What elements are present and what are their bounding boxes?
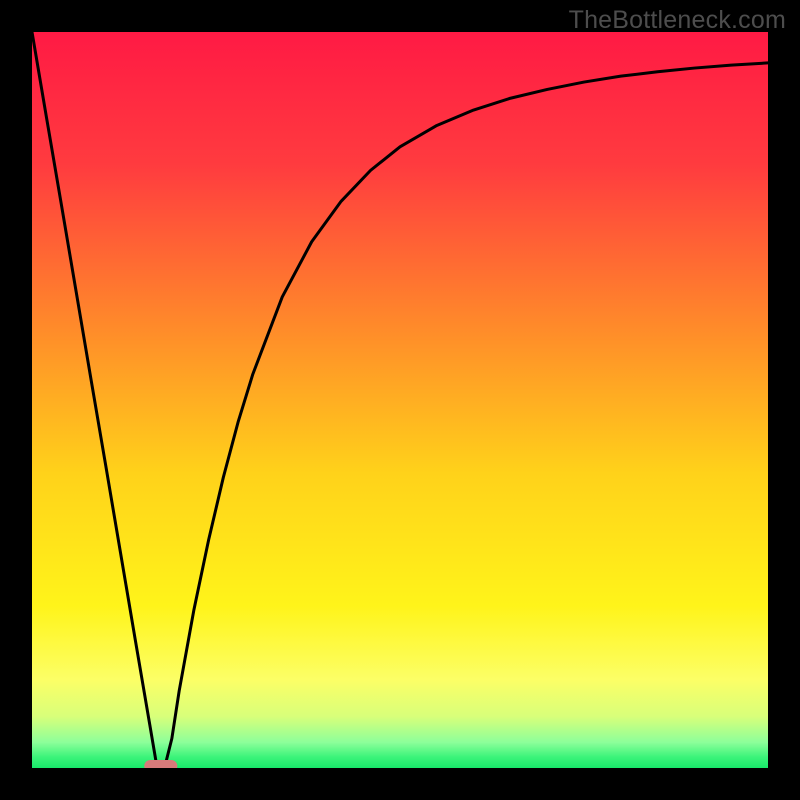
watermark-text: TheBottleneck.com <box>569 6 786 35</box>
chart-svg <box>32 32 768 768</box>
gradient-background <box>32 32 768 768</box>
optimal-marker <box>144 760 177 768</box>
plot-area <box>32 32 768 768</box>
chart-frame: TheBottleneck.com <box>0 0 800 800</box>
